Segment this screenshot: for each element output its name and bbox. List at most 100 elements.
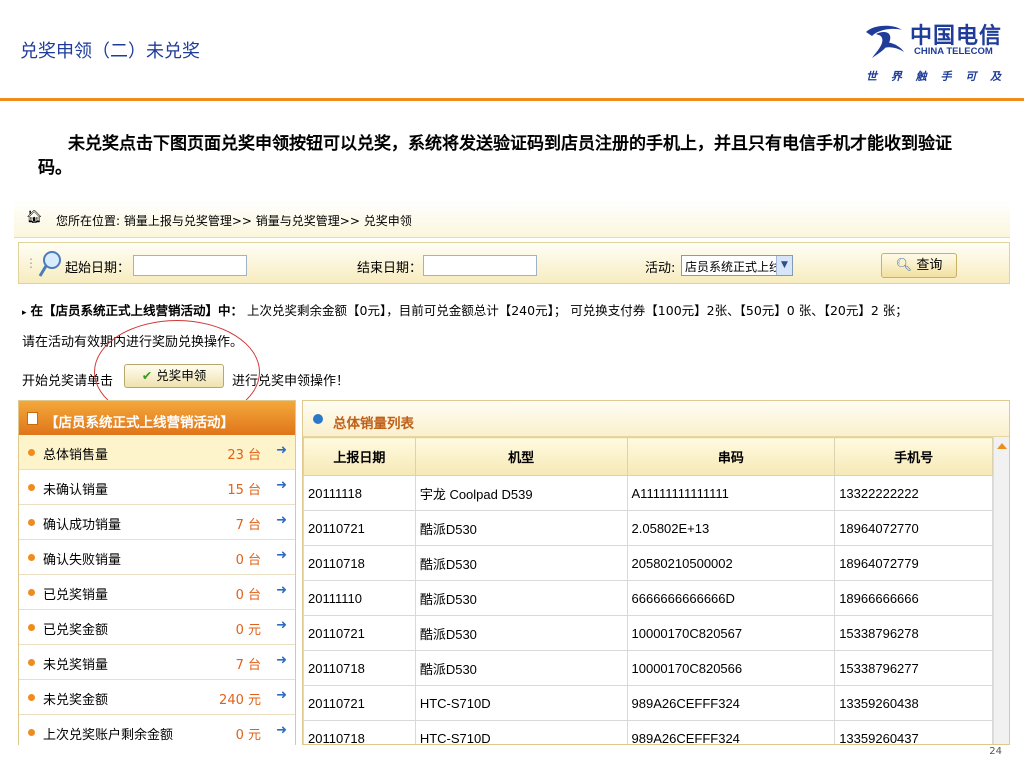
scroll-up-icon[interactable] bbox=[997, 443, 1007, 449]
activity-select-value: 店员系统正式上线 bbox=[685, 260, 782, 274]
table-cell: 10000170C820566 bbox=[626, 650, 836, 686]
arrow-right-icon[interactable]: ➜ bbox=[276, 513, 287, 528]
stats-item-name: 已兑奖销量 bbox=[43, 588, 109, 603]
bullet-icon bbox=[28, 694, 35, 701]
breadcrumb-text: 您所在位置: 销量上报与兑奖管理>> 销量与兑奖管理>> 兑奖申领 bbox=[56, 214, 412, 228]
table-cell: 酷派D530 bbox=[414, 615, 628, 651]
activity-stats-title: 【店员系统正式上线营销活动】 bbox=[45, 415, 234, 431]
start-date-label: 起始日期： bbox=[65, 261, 131, 276]
stats-item[interactable]: 未兑奖销量 7 台 ➜ bbox=[19, 645, 295, 680]
activity-stats-header: 【店员系统正式上线营销活动】 bbox=[19, 401, 295, 435]
activity-stats-panel: 【店员系统正式上线营销活动】 总体销售量 23 台 ➜ 未确认销量 15 台 ➜ 确认成功销… bbox=[18, 400, 296, 745]
stats-item[interactable]: 未确认销量 15 台 ➜ bbox=[19, 470, 295, 505]
bullet-icon bbox=[28, 729, 35, 736]
end-date-input[interactable] bbox=[423, 255, 537, 276]
stats-item[interactable]: 确认成功销量 7 台 ➜ bbox=[19, 505, 295, 540]
stats-item-name: 未确认销量 bbox=[43, 483, 109, 498]
redeem-summary-prefix: 在【店员系统正式上线营销活动】中： bbox=[30, 303, 244, 318]
bullet-icon bbox=[28, 519, 35, 526]
table-row[interactable]: 20110718 酷派D530 10000170C820566 15338796277 bbox=[303, 650, 993, 686]
arrow-right-icon[interactable]: ➜ bbox=[276, 688, 287, 703]
table-cell: 酷派D530 bbox=[414, 545, 628, 581]
table-cell: 20110721 bbox=[303, 510, 416, 546]
bullet-icon bbox=[28, 659, 35, 666]
table-cell: 酷派D530 bbox=[414, 580, 628, 616]
table-row[interactable]: 20110721 HTC-S710D 989A26CEFFF324 133592604… bbox=[303, 685, 993, 721]
query-button[interactable]: 🔍︎ 查询 bbox=[881, 253, 957, 278]
table-row[interactable]: 20110718 HTC-S710D 989A26CEFFF324 133592604… bbox=[303, 720, 993, 744]
grip-icon: ⋮ bbox=[25, 256, 37, 270]
search-icon: 🔍︎ bbox=[895, 258, 913, 273]
table-cell: HTC-S710D bbox=[414, 685, 628, 721]
table-cell: A11111111111111 bbox=[626, 475, 836, 511]
table-row[interactable]: 20110721 酷派D530 2.05802E+13 18964072770 bbox=[303, 510, 993, 546]
header-divider bbox=[0, 98, 1024, 101]
stats-item[interactable]: 总体销售量 23 台 ➜ bbox=[19, 435, 295, 470]
bullet-icon bbox=[28, 484, 35, 491]
stats-item[interactable]: 上次兑奖账户剩余金额 0 元 ➜ bbox=[19, 715, 295, 745]
table-cell: 18964072779 bbox=[834, 545, 993, 581]
arrow-right-icon[interactable]: ➜ bbox=[276, 618, 287, 633]
table-cell: 6666666666666D bbox=[626, 580, 836, 616]
start-date-input[interactable] bbox=[133, 255, 247, 276]
table-row[interactable]: 20110718 酷派D530 20580210500002 18964072779 bbox=[303, 545, 993, 581]
table-scrollbar[interactable] bbox=[993, 437, 1009, 744]
system-screenshot: 🏠︎ 您所在位置: 销量上报与兑奖管理>> 销量与兑奖管理>> 兑奖申领 ⋮ 起… bbox=[14, 200, 1010, 745]
stats-item-value: 0 台 bbox=[235, 553, 261, 568]
table-cell: 20110721 bbox=[303, 615, 416, 651]
search-bar: ⋮ 起始日期： 结束日期： 活动: 店员系统正式上线 ▼ 🔍︎ 查询 bbox=[18, 242, 1010, 284]
chevron-down-icon[interactable]: ▼ bbox=[776, 256, 792, 275]
stats-item-value: 15 台 bbox=[227, 483, 261, 498]
arrow-right-icon[interactable]: ➜ bbox=[276, 653, 287, 668]
redeem-summary: ▸ 在【店员系统正式上线营销活动】中： 上次兑奖剩余金额【0元】，目前可兑金额总… bbox=[22, 300, 908, 319]
table-cell: 10000170C820567 bbox=[626, 615, 836, 651]
stats-item-value: 0 台 bbox=[235, 588, 261, 603]
table-row[interactable]: 20111110 酷派D530 6666666666666D 18966666666 bbox=[303, 580, 993, 616]
china-telecom-logo-icon bbox=[866, 25, 904, 58]
table-cell: 989A26CEFFF324 bbox=[626, 685, 836, 721]
column-header: 上报日期 bbox=[303, 437, 416, 476]
redeem-summary-text: 上次兑奖剩余金额【0元】，目前可兑金额总计【240元】； 可兑换支付券【100元… bbox=[247, 303, 908, 318]
bullet-icon bbox=[28, 589, 35, 596]
stats-item[interactable]: 确认失败销量 0 台 ➜ bbox=[19, 540, 295, 575]
stats-item-name: 确认失败销量 bbox=[43, 553, 122, 568]
table-cell: 2.05802E+13 bbox=[626, 510, 836, 546]
stats-item-name: 已兑奖金额 bbox=[43, 623, 109, 638]
bullet-icon: ▸ bbox=[22, 308, 27, 318]
stats-item[interactable]: 已兑奖销量 0 台 ➜ bbox=[19, 575, 295, 610]
table-cell: 20110718 bbox=[303, 545, 416, 581]
china-telecom-logo: 中国电信 CHINA TELECOM 世 界 触 手 可 及 bbox=[856, 16, 1008, 86]
page-number: 24 bbox=[989, 746, 1002, 757]
logo-en-name: CHINA TELECOM bbox=[914, 46, 993, 57]
activity-label: 活动: bbox=[645, 261, 676, 276]
column-header: 手机号 bbox=[834, 437, 993, 476]
sales-list-panel: 总体销量列表 上报日期 机型 串码 手机号 20111118 宇龙 Coolpad D5… bbox=[302, 400, 1010, 745]
table-cell: 989A26CEFFF324 bbox=[626, 720, 836, 744]
table-row[interactable]: 20111118 宇龙 Coolpad D539 A11111111111111 13… bbox=[303, 475, 993, 511]
stats-item-value: 240 元 bbox=[219, 693, 261, 708]
column-header: 机型 bbox=[414, 437, 628, 476]
arrow-right-icon[interactable]: ➜ bbox=[276, 548, 287, 563]
table-cell: 13359260438 bbox=[834, 685, 993, 721]
table-cell: 20111118 bbox=[303, 475, 416, 511]
stats-item[interactable]: 已兑奖金额 0 元 ➜ bbox=[19, 610, 295, 645]
arrow-right-icon[interactable]: ➜ bbox=[276, 443, 287, 458]
stats-item-value: 7 台 bbox=[235, 658, 261, 673]
activity-select[interactable]: 店员系统正式上线 ▼ bbox=[681, 255, 793, 276]
table-row[interactable]: 20110721 酷派D530 10000170C820567 15338796278 bbox=[303, 615, 993, 651]
stats-item-name: 上次兑奖账户剩余金额 bbox=[43, 728, 174, 743]
arrow-right-icon[interactable]: ➜ bbox=[276, 723, 287, 738]
stats-item-value: 0 元 bbox=[235, 728, 261, 743]
intro-text: 未兑奖点击下图页面兑奖申领按钮可以兑奖，系统将发送验证码到店员注册的手机上，并且… bbox=[38, 134, 952, 178]
search-icon bbox=[38, 251, 61, 277]
home-icon[interactable]: 🏠︎ bbox=[26, 210, 43, 225]
arrow-right-icon[interactable]: ➜ bbox=[276, 478, 287, 493]
sales-list-header: 总体销量列表 bbox=[303, 401, 1009, 437]
sales-table: 上报日期 机型 串码 手机号 20111118 宇龙 Coolpad D539 A1111… bbox=[303, 437, 993, 744]
bullet-icon bbox=[28, 449, 35, 456]
arrow-right-icon[interactable]: ➜ bbox=[276, 583, 287, 598]
stats-item-name: 未兑奖销量 bbox=[43, 658, 109, 673]
stats-item[interactable]: 未兑奖金额 240 元 ➜ bbox=[19, 680, 295, 715]
breadcrumb: 🏠︎ 您所在位置: 销量上报与兑奖管理>> 销量与兑奖管理>> 兑奖申领 bbox=[14, 200, 1010, 238]
table-cell: 宇龙 Coolpad D539 bbox=[414, 475, 628, 511]
